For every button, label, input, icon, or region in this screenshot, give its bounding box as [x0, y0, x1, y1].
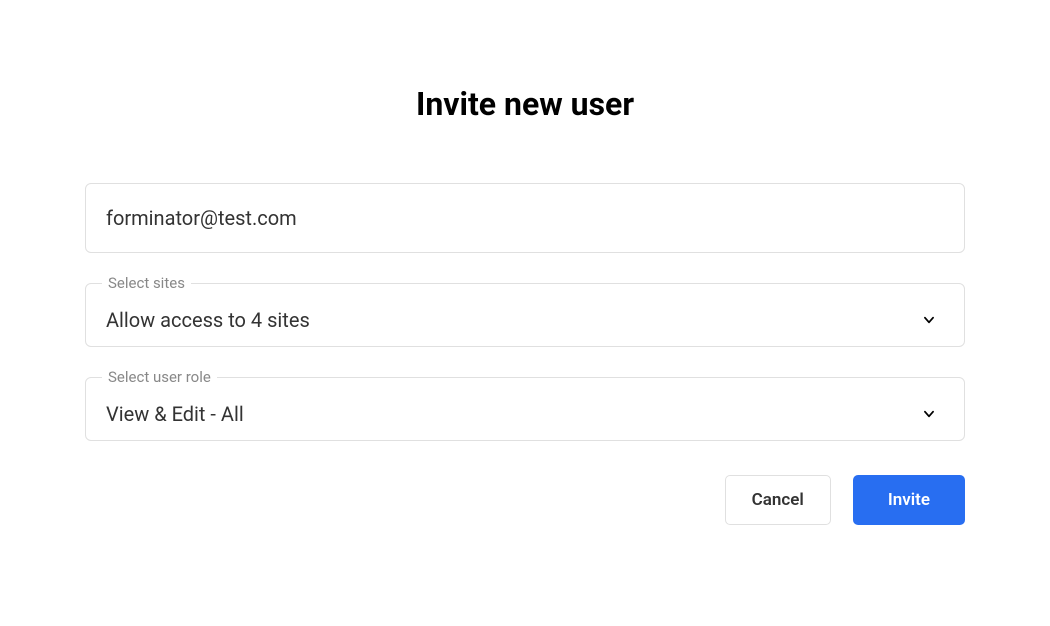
select-role-dropdown[interactable]: Select user role View & Edit - All	[85, 377, 965, 441]
dialog-title: Invite new user	[85, 85, 965, 123]
chevron-down-icon	[922, 407, 936, 421]
email-input[interactable]	[106, 206, 944, 230]
select-sites-value: Allow access to 4 sites	[106, 308, 310, 332]
chevron-down-icon	[922, 313, 936, 327]
select-role-value: View & Edit - All	[106, 402, 244, 426]
select-sites-dropdown[interactable]: Select sites Allow access to 4 sites	[85, 283, 965, 347]
button-row: Cancel Invite	[85, 475, 965, 525]
invite-button[interactable]: Invite	[853, 475, 965, 525]
email-field-wrapper	[85, 183, 965, 253]
select-role-label: Select user role	[102, 368, 217, 386]
invite-user-dialog: Invite new user Select sites Allow acces…	[0, 0, 1050, 525]
cancel-button[interactable]: Cancel	[725, 475, 831, 525]
select-sites-label: Select sites	[102, 274, 191, 292]
